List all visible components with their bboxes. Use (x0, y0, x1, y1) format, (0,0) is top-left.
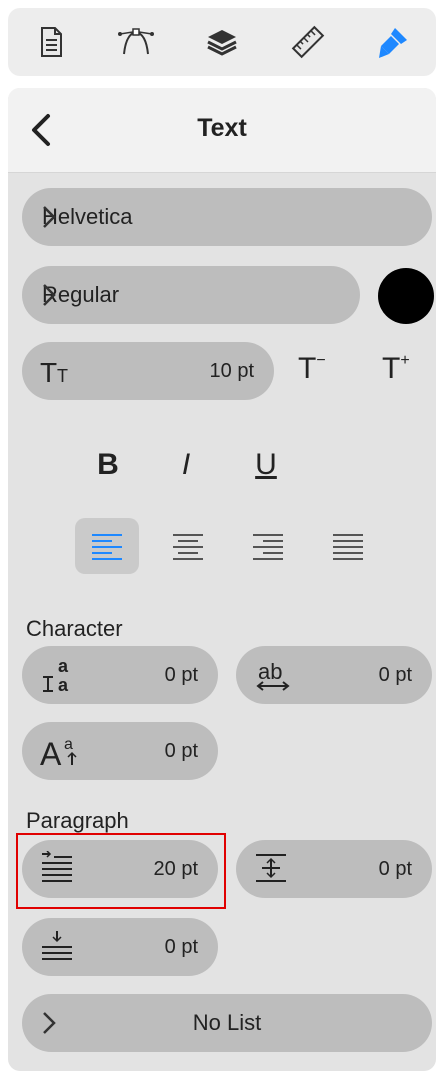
document-icon[interactable] (29, 20, 73, 64)
decrease-font-size-button[interactable]: T− (298, 352, 326, 386)
line-spacing-value: 0 pt (164, 663, 198, 686)
character-spacing-field[interactable]: ab 0 pt (236, 646, 432, 704)
align-center-icon (173, 534, 203, 560)
bold-button[interactable]: B (88, 448, 128, 482)
svg-text:ab: ab (258, 659, 282, 684)
space-after-icon (42, 931, 72, 960)
highlight-box (16, 833, 226, 909)
svg-text:A: A (40, 736, 62, 771)
svg-text:a: a (58, 656, 69, 676)
increase-t-glyph: T (382, 352, 401, 385)
decrease-t-glyph: T (298, 352, 317, 385)
layers-icon[interactable] (200, 20, 244, 64)
space-before-value: 0 pt (378, 857, 412, 880)
font-size-field[interactable]: TT 10 pt (22, 342, 274, 400)
character-spacing-value: 0 pt (378, 663, 412, 686)
align-left-button[interactable] (75, 518, 139, 574)
chevron-right-icon (43, 206, 56, 228)
list-style-selector[interactable]: No List (22, 994, 432, 1052)
paintbrush-icon[interactable] (371, 20, 415, 64)
baseline-shift-value: 0 pt (164, 739, 198, 762)
svg-text:a: a (64, 736, 73, 753)
chevron-right-icon (43, 1012, 56, 1034)
paragraph-section-label: Paragraph (26, 808, 129, 833)
increase-font-size-button[interactable]: T+ (382, 352, 410, 386)
text-panel: Text Helvetica Regular TT 10 pt T− T+ B … (8, 88, 436, 1071)
space-after-field[interactable]: 0 pt (22, 918, 218, 976)
align-justify-icon (333, 534, 363, 560)
top-toolbar (8, 8, 436, 76)
align-right-button[interactable] (236, 518, 300, 574)
pen-tool-icon[interactable] (114, 20, 158, 64)
align-right-icon (253, 534, 283, 560)
panel-header: Text (8, 88, 436, 173)
svg-text:T: T (57, 366, 68, 386)
baseline-shift-field[interactable]: Aa 0 pt (22, 722, 218, 780)
underline-button[interactable]: U (246, 448, 286, 482)
ruler-icon[interactable] (286, 20, 330, 64)
svg-text:T: T (40, 357, 57, 386)
character-spacing-icon: ab (256, 659, 290, 691)
line-spacing-icon: aa (43, 656, 69, 695)
font-size-value: 10 pt (209, 359, 254, 382)
space-before-icon (256, 854, 286, 882)
character-section-label: Character (26, 616, 123, 641)
space-before-field[interactable]: 0 pt (236, 840, 432, 898)
text-color-swatch[interactable] (378, 268, 434, 324)
svg-text:a: a (58, 675, 69, 695)
italic-button[interactable]: I (166, 448, 206, 482)
chevron-right-icon (43, 284, 56, 306)
space-after-value: 0 pt (164, 935, 198, 958)
baseline-shift-icon: Aa (40, 736, 77, 771)
align-left-icon (92, 534, 122, 560)
text-size-icon: TT (40, 357, 68, 386)
font-family-selector[interactable]: Helvetica (22, 188, 432, 246)
font-style-selector[interactable]: Regular (22, 266, 360, 324)
align-center-button[interactable] (156, 518, 220, 574)
minus-glyph: − (316, 352, 326, 369)
list-style-value: No List (192, 1010, 262, 1035)
line-spacing-field[interactable]: aa 0 pt (22, 646, 218, 704)
panel-title: Text (197, 114, 247, 142)
plus-glyph: + (400, 352, 410, 369)
align-justify-button[interactable] (316, 518, 380, 574)
